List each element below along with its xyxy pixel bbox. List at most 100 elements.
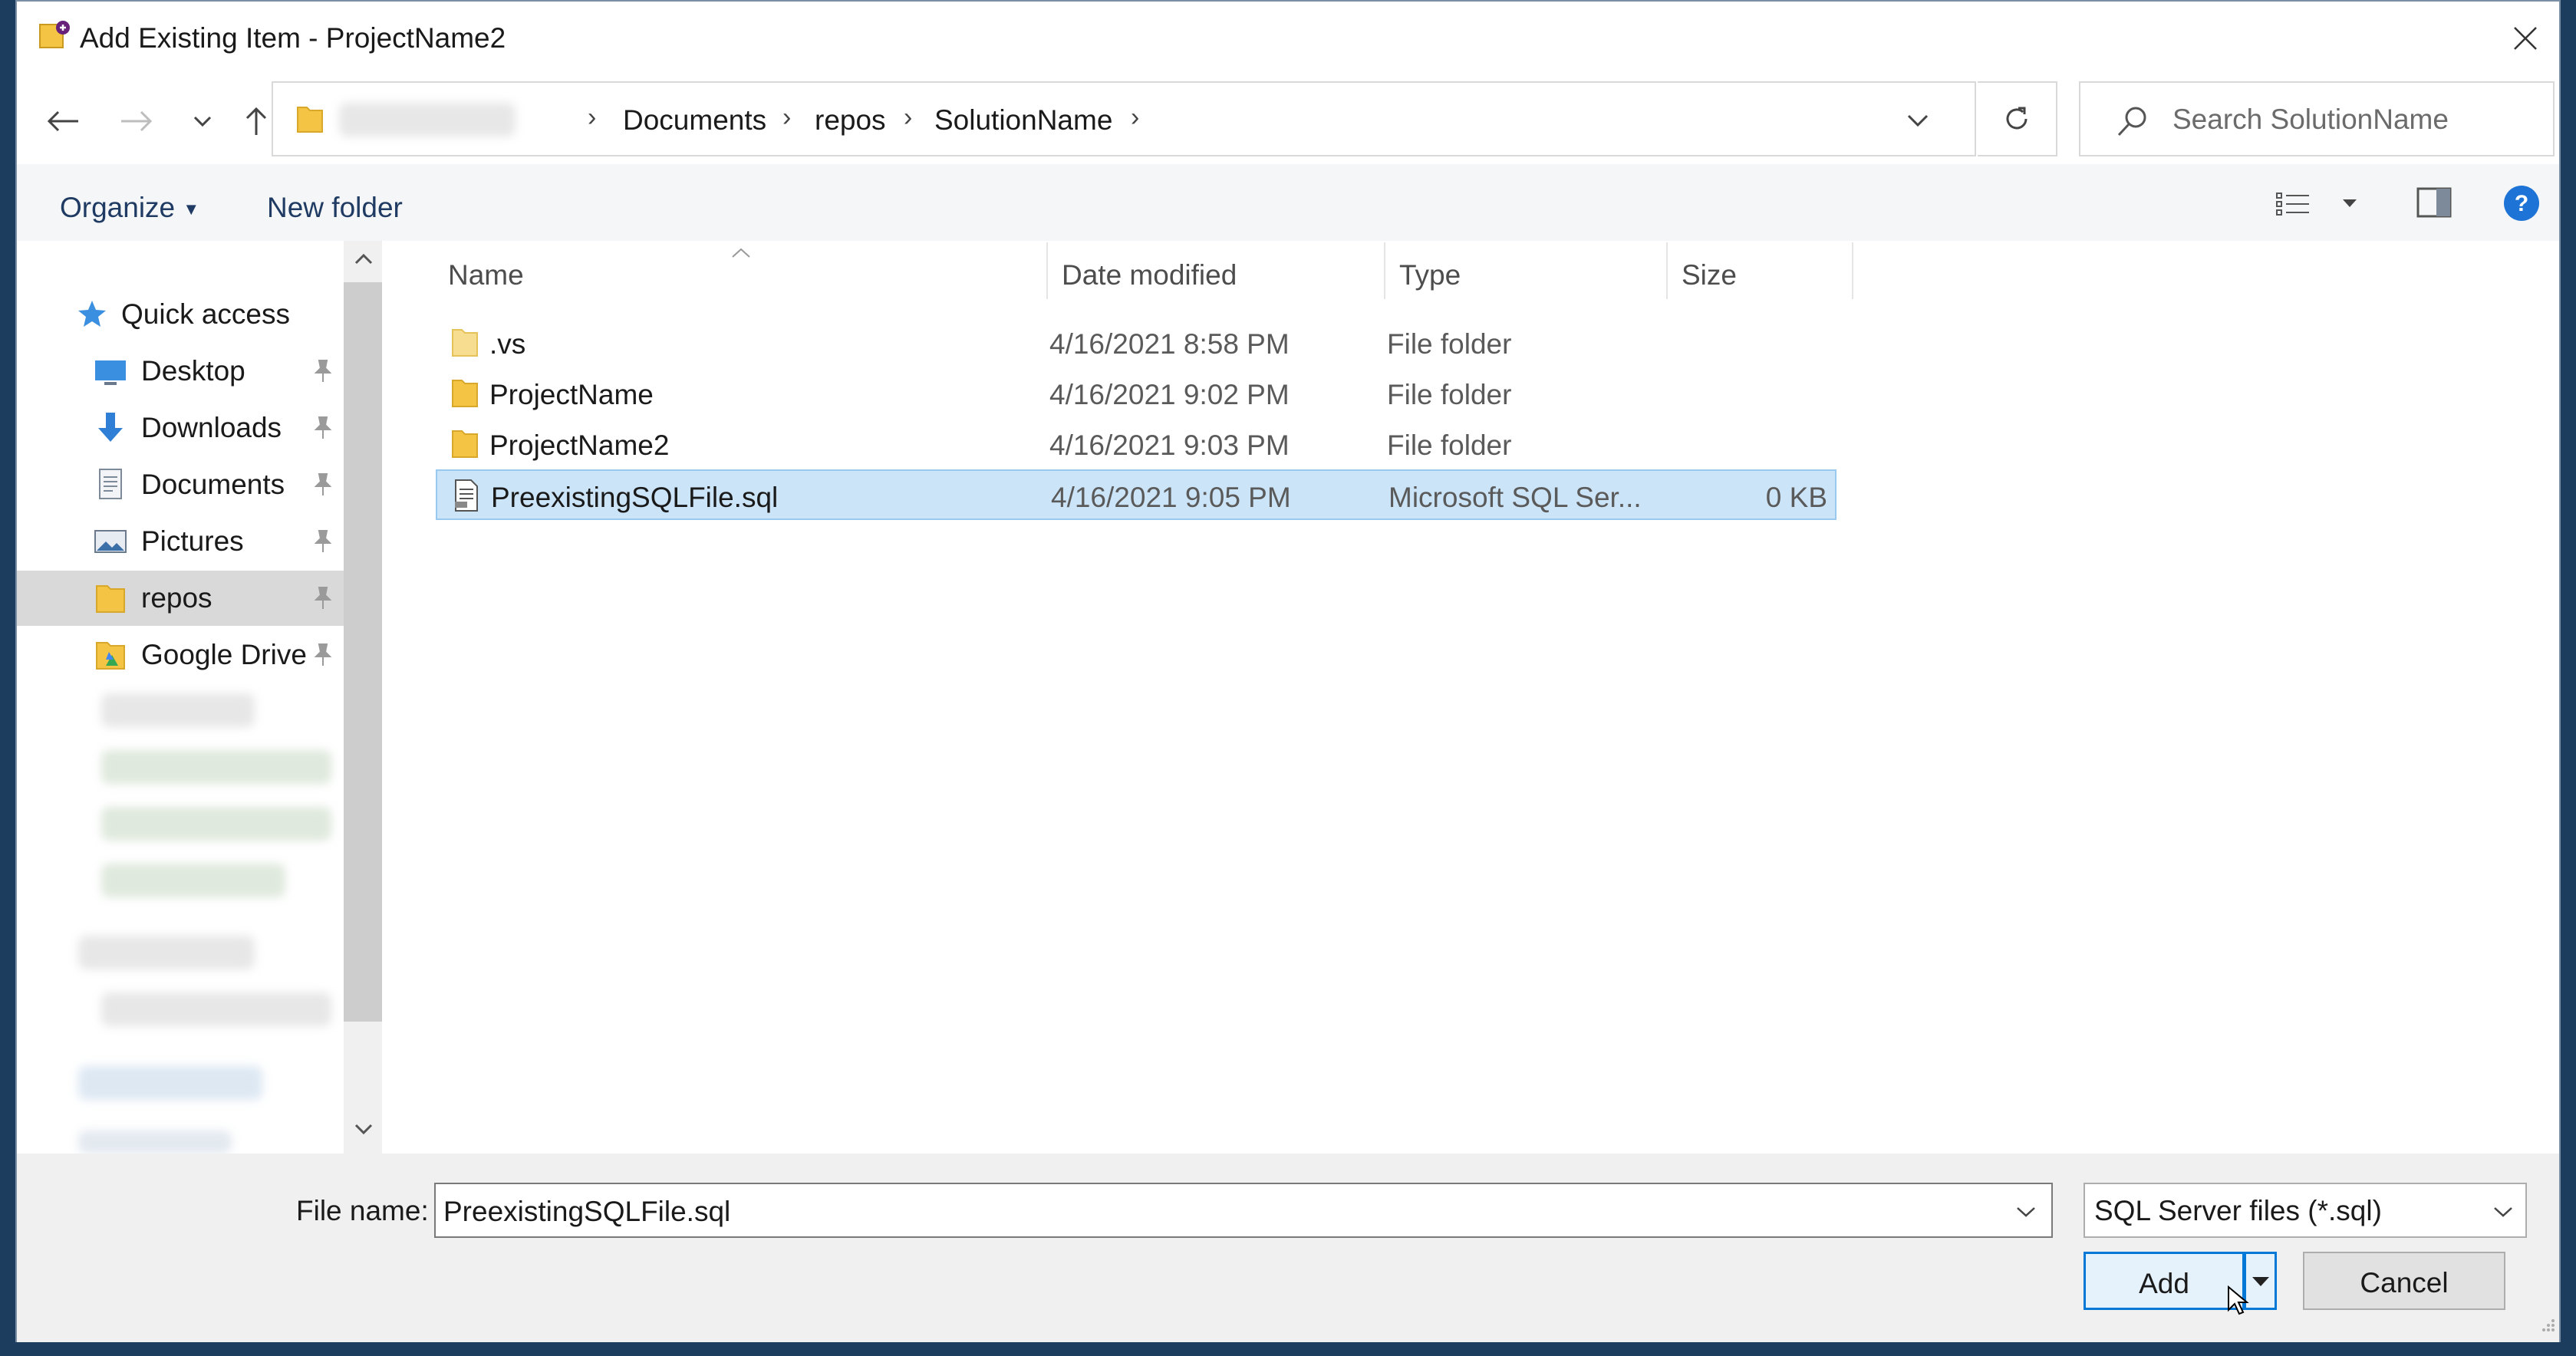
- window-title: Add Existing Item - ProjectName2: [80, 22, 506, 54]
- file-type-filter-value: SQL Server files (*.sql): [2094, 1195, 2382, 1226]
- search-input[interactable]: [2171, 100, 2542, 140]
- chevron-down-icon: [2494, 1207, 2512, 1217]
- breadcrumb-documents[interactable]: Documents: [623, 104, 766, 137]
- column-divider[interactable]: [1666, 242, 1668, 299]
- recent-locations-button[interactable]: [187, 101, 218, 141]
- file-date: 4/16/2021 9:05 PM: [1051, 482, 1291, 513]
- file-date: 4/16/2021 8:58 PM: [1049, 328, 1290, 360]
- file-size: 0 KB: [1765, 482, 1827, 513]
- view-dropdown-icon[interactable]: [2341, 198, 2358, 209]
- nav-item-google-drive[interactable]: Google Drive: [17, 627, 344, 683]
- chevron-down-icon[interactable]: [2016, 1206, 2036, 1218]
- file-name: PreexistingSQLFile.sql: [491, 482, 779, 513]
- folder-icon: [452, 380, 478, 407]
- address-bar[interactable]: › Documents › repos › SolutionName ›: [272, 81, 1976, 156]
- nav-item-label: Documents: [141, 469, 285, 500]
- google-drive-icon: [96, 642, 125, 670]
- pin-icon[interactable]: [310, 641, 336, 667]
- refresh-button[interactable]: [1978, 81, 2057, 156]
- redacted-nav-item: [101, 807, 331, 841]
- file-name: ProjectName: [489, 379, 654, 410]
- breadcrumb-separator: ›: [588, 103, 597, 132]
- title-bar: Add Existing Item - ProjectName2: [17, 2, 2559, 78]
- file-row[interactable]: .vs 4/16/2021 8:58 PM File folder: [436, 318, 1836, 368]
- nav-item-documents[interactable]: Documents: [17, 457, 344, 512]
- back-button[interactable]: [43, 101, 83, 141]
- file-name-input[interactable]: [442, 1193, 1972, 1230]
- mouse-cursor-icon: [2228, 1285, 2249, 1315]
- file-date: 4/16/2021 9:02 PM: [1049, 379, 1290, 410]
- chevron-down-icon: [193, 116, 212, 127]
- navigation-pane: Quick access Desktop Downloads Documents…: [17, 241, 382, 1161]
- help-icon[interactable]: ?: [2502, 184, 2541, 222]
- file-type-filter-select[interactable]: SQL Server files (*.sql): [2084, 1183, 2527, 1238]
- pin-icon[interactable]: [310, 414, 336, 440]
- file-name-combobox[interactable]: [434, 1183, 2053, 1238]
- column-header-date-modified[interactable]: Date modified: [1062, 259, 1237, 291]
- nav-quick-access[interactable]: Quick access: [17, 287, 344, 342]
- file-date: 4/16/2021 9:03 PM: [1049, 430, 1290, 461]
- scroll-down-icon[interactable]: [354, 1123, 373, 1135]
- close-button[interactable]: [2502, 15, 2548, 61]
- search-box[interactable]: [2079, 81, 2555, 156]
- documents-icon: [99, 469, 122, 499]
- forward-button[interactable]: [117, 101, 156, 141]
- column-header-size[interactable]: Size: [1682, 259, 1737, 291]
- file-type: File folder: [1387, 328, 1512, 360]
- redacted-nav-item: [78, 1131, 232, 1154]
- address-history-dropdown-icon[interactable]: [1907, 114, 1929, 127]
- caret-down-icon: [2252, 1277, 2269, 1286]
- redacted-user-folder: [339, 103, 516, 137]
- column-header-name[interactable]: Name: [448, 259, 524, 291]
- file-type: File folder: [1387, 379, 1512, 410]
- scrollbar-thumb[interactable]: [344, 282, 382, 1022]
- organize-menu-button[interactable]: Organize ▼: [60, 192, 199, 224]
- arrow-up-icon: [245, 107, 267, 135]
- file-row[interactable]: ProjectName 4/16/2021 9:02 PM File folde…: [436, 368, 1836, 419]
- pin-icon[interactable]: [310, 584, 336, 611]
- pin-icon[interactable]: [310, 528, 336, 554]
- add-options-dropdown-button[interactable]: [2245, 1252, 2277, 1310]
- column-header-type[interactable]: Type: [1399, 259, 1461, 291]
- file-row-selected[interactable]: PreexistingSQLFile.sql 4/16/2021 9:05 PM…: [436, 469, 1836, 520]
- file-type: Microsoft SQL Ser...: [1388, 482, 1642, 513]
- breadcrumb-solutionname[interactable]: SolutionName: [934, 104, 1112, 137]
- nav-item-desktop[interactable]: Desktop: [17, 344, 344, 399]
- file-name-label: File name:: [296, 1195, 429, 1226]
- up-button[interactable]: [236, 101, 276, 141]
- new-folder-button[interactable]: New folder: [267, 192, 403, 224]
- nav-item-label: repos: [141, 582, 212, 614]
- nav-item-repos[interactable]: repos: [17, 571, 344, 626]
- pictures-icon: [94, 530, 127, 553]
- nav-scrollbar[interactable]: [344, 241, 382, 1161]
- redacted-nav-item: [78, 1066, 262, 1100]
- visual-studio-add-item-icon: [39, 21, 70, 48]
- breadcrumb-separator: ›: [904, 103, 913, 132]
- column-divider[interactable]: [1384, 242, 1385, 299]
- command-toolbar: Organize ▼ New folder ?: [17, 164, 2559, 241]
- cancel-button[interactable]: Cancel: [2303, 1252, 2505, 1310]
- desktop-icon: [95, 360, 126, 385]
- column-divider[interactable]: [1046, 242, 1048, 299]
- refresh-icon: [2006, 107, 2028, 130]
- scroll-up-icon[interactable]: [354, 253, 373, 265]
- nav-item-downloads[interactable]: Downloads: [17, 400, 344, 456]
- redacted-nav-item: [101, 992, 331, 1026]
- svg-text:?: ?: [2515, 191, 2528, 216]
- redacted-nav-item: [101, 750, 331, 784]
- column-divider[interactable]: [1852, 242, 1853, 299]
- pin-icon[interactable]: [310, 357, 336, 383]
- redacted-nav-item: [101, 693, 255, 727]
- close-icon: [2514, 27, 2537, 50]
- nav-item-pictures[interactable]: Pictures: [17, 514, 344, 569]
- breadcrumb-separator: ›: [782, 103, 792, 132]
- file-row[interactable]: ProjectName2 4/16/2021 9:03 PM File fold…: [436, 419, 1836, 469]
- resize-grip-icon[interactable]: [2538, 1315, 2556, 1333]
- view-options-icon[interactable]: [2275, 190, 2312, 218]
- preview-pane-icon[interactable]: [2416, 187, 2452, 218]
- nav-item-label: Desktop: [141, 355, 245, 387]
- pin-icon[interactable]: [310, 471, 336, 497]
- breadcrumb-repos[interactable]: repos: [815, 104, 886, 137]
- sort-ascending-icon: [732, 248, 750, 258]
- add-button[interactable]: Add: [2084, 1252, 2245, 1310]
